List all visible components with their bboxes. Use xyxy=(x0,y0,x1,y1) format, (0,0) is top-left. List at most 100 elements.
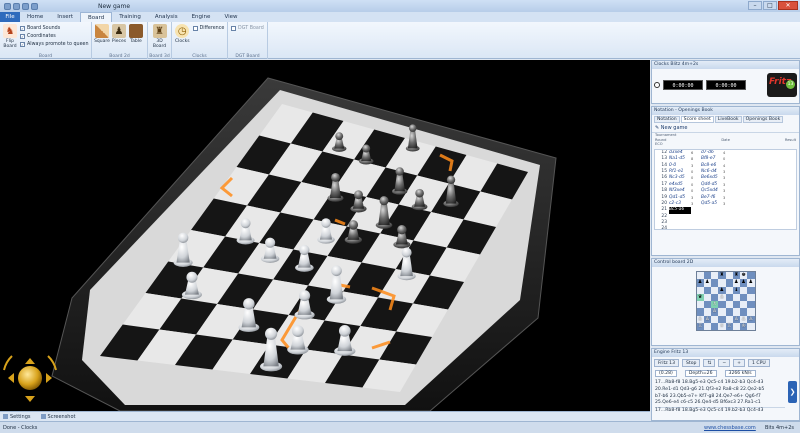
white-move[interactable] xyxy=(669,226,691,228)
tab-engine[interactable]: Engine xyxy=(185,12,218,22)
game-name[interactable]: New game xyxy=(661,125,688,131)
board-square[interactable] xyxy=(725,308,733,316)
settings-tab[interactable]: Settings xyxy=(3,414,31,420)
board-square[interactable] xyxy=(740,301,748,309)
tab-board[interactable]: Board xyxy=(80,12,113,22)
3d-board-button[interactable]: ♜ 3D Board xyxy=(151,24,168,49)
board-square[interactable] xyxy=(747,272,755,280)
board-3d-canvas[interactable] xyxy=(0,60,650,411)
pv-next-icon[interactable]: ❯ xyxy=(788,381,797,403)
navigation-control[interactable] xyxy=(3,355,57,402)
screenshot-tab[interactable]: Screenshot xyxy=(40,414,76,420)
board-square[interactable] xyxy=(747,308,755,316)
board-square[interactable]: ♟ xyxy=(747,279,755,287)
board-square[interactable] xyxy=(711,272,719,280)
board-square[interactable] xyxy=(703,322,711,330)
engine-option-icon[interactable]: ⇅ xyxy=(703,359,716,367)
engine-select[interactable]: Fritz 13 xyxy=(654,359,679,367)
stop-button[interactable]: Stop xyxy=(682,359,701,367)
board-square[interactable] xyxy=(747,301,755,309)
tab-analysis[interactable]: Analysis xyxy=(148,12,185,22)
board-square[interactable]: ♙ xyxy=(711,308,719,316)
board-square[interactable] xyxy=(718,279,726,287)
board-square[interactable]: ♖ xyxy=(725,322,733,330)
board-square[interactable] xyxy=(747,286,755,294)
board-square[interactable] xyxy=(740,293,748,301)
board-square[interactable] xyxy=(725,315,733,323)
board-square[interactable] xyxy=(711,293,719,301)
board-square[interactable] xyxy=(732,308,740,316)
board-3d-view[interactable] xyxy=(0,60,650,411)
board-square[interactable]: ♖ xyxy=(696,322,704,330)
board-square[interactable] xyxy=(725,272,733,280)
board-square[interactable]: ♟ xyxy=(696,279,704,287)
app-menu-icon[interactable] xyxy=(4,2,11,10)
board-square[interactable]: ♟ xyxy=(740,279,748,287)
board-square[interactable] xyxy=(696,301,704,309)
board-square[interactable]: ♙ xyxy=(740,315,748,323)
board-square[interactable]: ♙ xyxy=(718,293,726,301)
board-square[interactable]: ♜ xyxy=(718,272,726,280)
cpu-select[interactable]: 1 CPU xyxy=(748,359,770,367)
table-button[interactable]: Table xyxy=(129,24,143,44)
minus-icon[interactable]: − xyxy=(718,359,731,367)
tab-insert[interactable]: Insert xyxy=(50,12,80,22)
board-square[interactable] xyxy=(703,308,711,316)
board-square[interactable] xyxy=(711,279,719,287)
board-square[interactable] xyxy=(696,286,704,294)
flip-board-button[interactable]: ♞ Flip Board xyxy=(3,24,17,49)
tab-score-sheet[interactable]: Score sheet xyxy=(680,116,714,123)
board-square[interactable] xyxy=(703,301,711,309)
rotate-right-icon[interactable] xyxy=(47,355,57,371)
board-square[interactable] xyxy=(711,315,719,323)
board-square[interactable]: ♚ xyxy=(740,272,748,280)
board-sounds-checkbox[interactable]: ✓ Board Sounds xyxy=(20,24,89,32)
control-board-2d[interactable]: ♜ ♜ ♚ ♟ ♟ ♟ ♟ ♟ ♟ ♝ ♛ ♙ ♗ ♙ ♙ ♙ ♙ ♙ ♙ ♖ ♕ ♖ ♔ xyxy=(695,271,756,331)
dgt-board-checkbox[interactable]: DGT Board xyxy=(231,24,264,32)
arrow-up-icon[interactable] xyxy=(25,358,35,364)
board-square[interactable] xyxy=(732,322,740,330)
board-square[interactable] xyxy=(732,293,740,301)
board-square[interactable] xyxy=(732,301,740,309)
arrow-right-icon[interactable] xyxy=(46,373,52,383)
minimize-button[interactable]: – xyxy=(748,1,762,10)
board-square[interactable] xyxy=(740,308,748,316)
tab-openings-book[interactable]: Openings Book xyxy=(742,116,784,123)
board-square[interactable]: ♜ xyxy=(732,272,740,280)
board-square[interactable] xyxy=(711,286,719,294)
board-square[interactable] xyxy=(747,322,755,330)
move-row[interactable]: 24 xyxy=(655,226,796,228)
board-square[interactable]: ♟ xyxy=(732,279,740,287)
board-square[interactable] xyxy=(703,286,711,294)
board-square[interactable] xyxy=(725,301,733,309)
board-square[interactable] xyxy=(725,293,733,301)
board-square[interactable] xyxy=(725,286,733,294)
board-square[interactable]: ♝ xyxy=(732,286,740,294)
close-button[interactable]: ✕ xyxy=(778,1,798,10)
score-sheet[interactable]: 12 d3xe4 6 d7-d6 4 13 Na1-d5 8 Bf8-e7 0 14 0-0 3 Bc8-… xyxy=(654,148,797,230)
board-square[interactable] xyxy=(711,322,719,330)
rotate-left-icon[interactable] xyxy=(3,355,13,371)
file-menu-button[interactable]: File xyxy=(0,12,20,22)
board-square[interactable]: ♛ xyxy=(696,293,704,301)
board-square[interactable]: ♕ xyxy=(718,322,726,330)
plus-icon[interactable]: + xyxy=(733,359,746,367)
board-square[interactable]: ♙ xyxy=(696,315,704,323)
square-button[interactable]: Square xyxy=(94,24,110,44)
board-square[interactable] xyxy=(725,279,733,287)
promote-queen-checkbox[interactable]: ✓ Always promote to queen xyxy=(20,40,89,48)
board-square[interactable] xyxy=(747,293,755,301)
board-square[interactable]: ♙ xyxy=(747,315,755,323)
tab-home[interactable]: Home xyxy=(20,12,50,22)
board-square[interactable] xyxy=(740,286,748,294)
clocks-button[interactable]: ◷ Clocks xyxy=(175,24,190,44)
board-square[interactable] xyxy=(718,315,726,323)
board-square[interactable] xyxy=(696,272,704,280)
board-square[interactable] xyxy=(696,308,704,316)
board-square[interactable]: ♙ xyxy=(703,315,711,323)
redo-icon[interactable] xyxy=(31,2,38,10)
tab-notation[interactable]: Notation xyxy=(654,116,680,123)
pieces-button[interactable]: ♟ Pieces xyxy=(112,24,126,44)
save-icon[interactable] xyxy=(13,2,20,10)
board-square[interactable]: ♟ xyxy=(718,286,726,294)
